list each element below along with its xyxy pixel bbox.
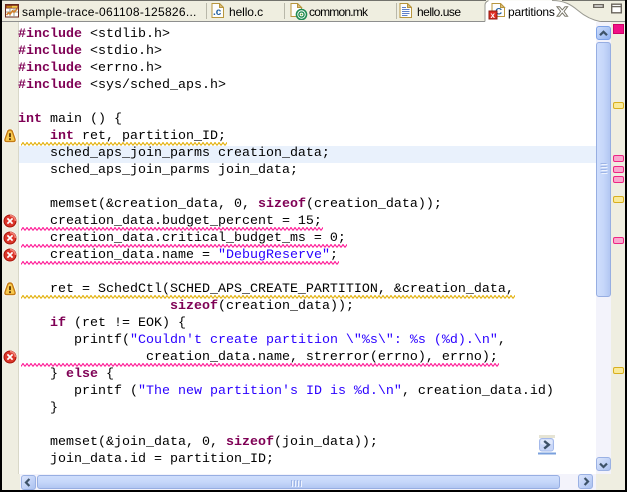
svg-text:x: x [491, 11, 496, 20]
svg-text:.c: .c [213, 7, 222, 18]
